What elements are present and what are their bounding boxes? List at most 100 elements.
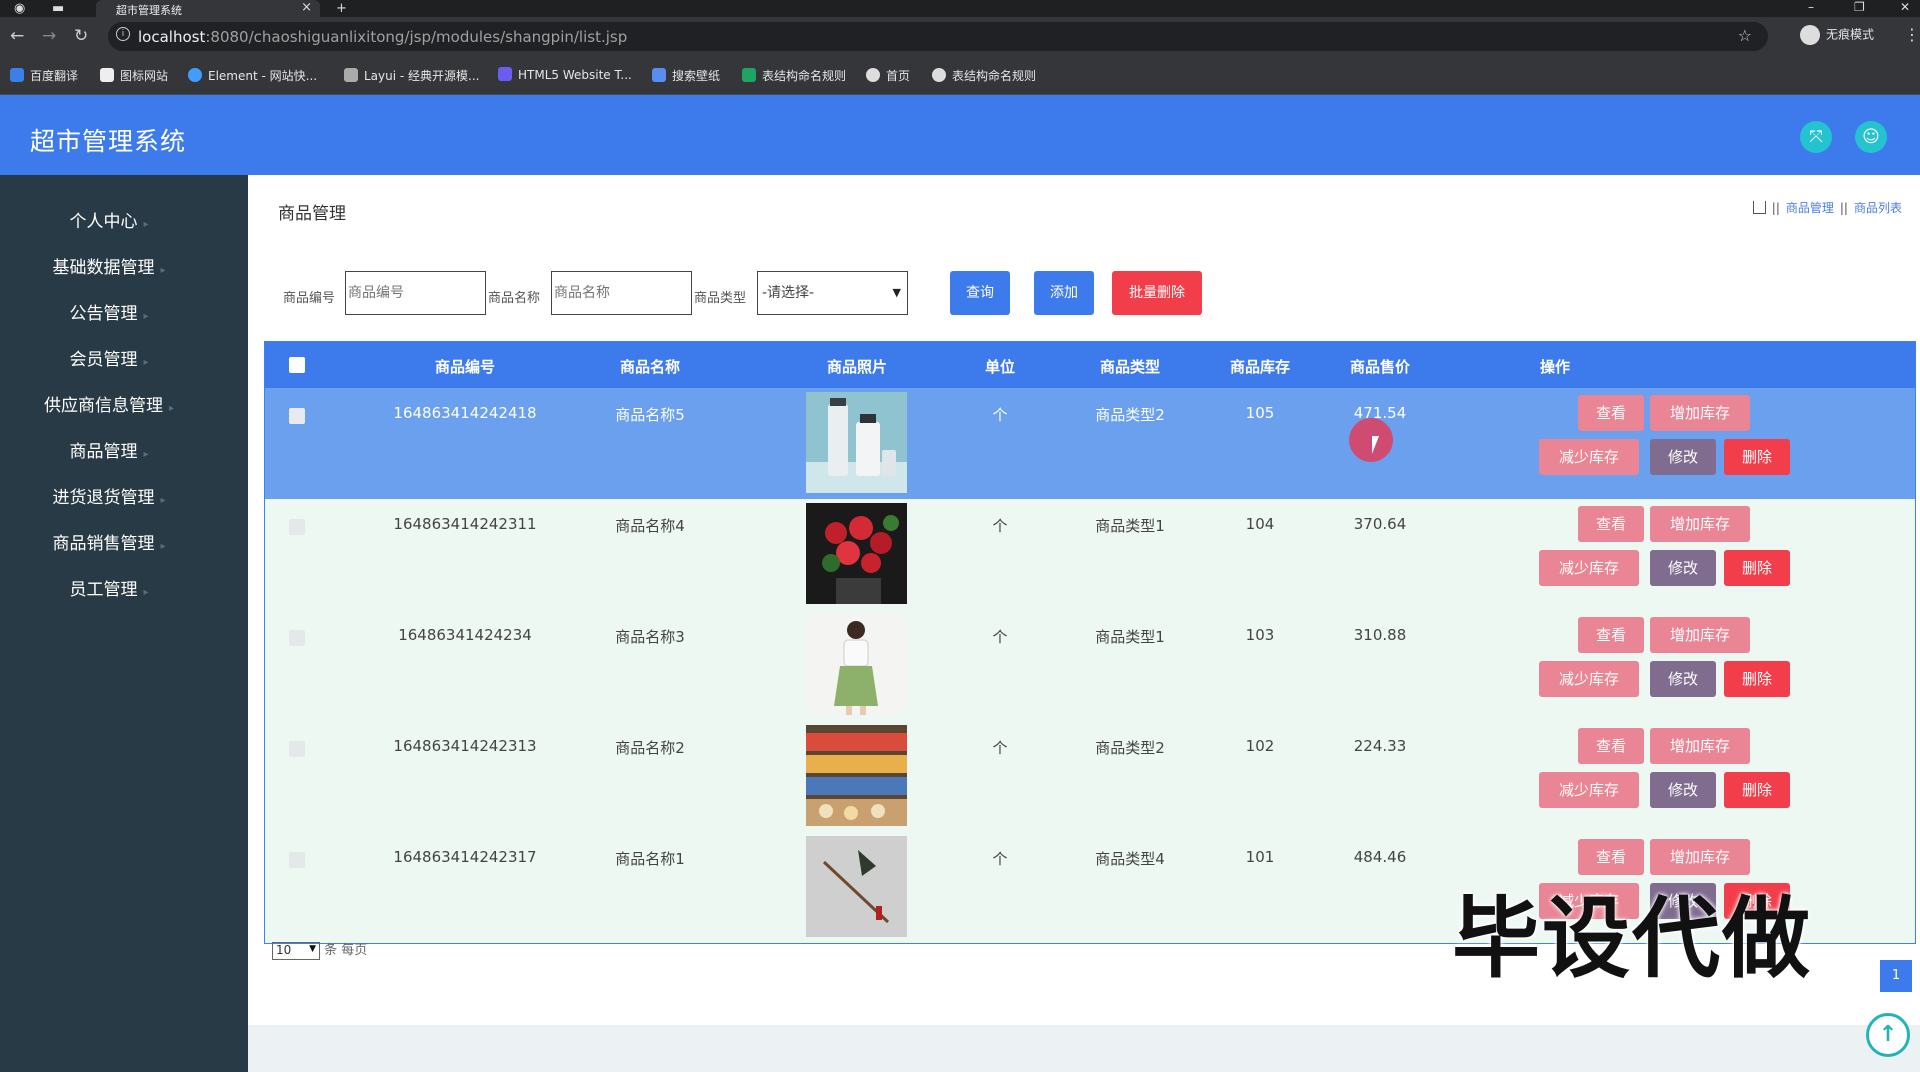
bookmark-item[interactable]: Element - 网站快...: [188, 67, 317, 84]
bookmark-item[interactable]: Layui - 经典开源模...: [344, 67, 479, 84]
user-icon[interactable]: ☺: [1855, 121, 1887, 153]
sidebar-item-purchase-returns[interactable]: 进货退货管理 ▸: [0, 483, 218, 508]
sidebar-item-sales[interactable]: 商品销售管理 ▸: [0, 529, 218, 554]
bookmark-item[interactable]: 搜索壁纸: [652, 67, 720, 84]
address-bar: ← → ↻ i localhost:8080/chaoshiguanlixito…: [0, 17, 1920, 57]
table-row[interactable]: 164863414242313 商品名称2 个 商品类型2 102 224.33…: [265, 721, 1915, 832]
window-close-icon[interactable]: ✕: [1900, 0, 1910, 14]
row-checkbox[interactable]: [289, 741, 305, 757]
type-select[interactable]: -请选择- ▼: [757, 271, 908, 315]
reduce-stock-button[interactable]: 减少库存: [1539, 439, 1639, 475]
header-unit: 单位: [984, 358, 1015, 376]
forward-icon[interactable]: →: [42, 26, 56, 46]
name-label: 商品名称: [488, 291, 541, 306]
fullscreen-icon[interactable]: ⤧: [1800, 121, 1832, 153]
bookmark-star-icon[interactable]: ☆: [1738, 26, 1752, 45]
page-size-value: 10: [276, 942, 292, 957]
add-stock-button[interactable]: 增加库存: [1650, 395, 1750, 431]
add-stock-button[interactable]: 增加库存: [1650, 728, 1750, 764]
restore-icon[interactable]: ❐: [1854, 0, 1865, 14]
tab-close-icon[interactable]: ×: [301, 0, 312, 15]
page-size-select[interactable]: 10 ▼: [272, 941, 320, 960]
view-button[interactable]: 查看: [1578, 617, 1644, 653]
add-stock-button[interactable]: 增加库存: [1650, 617, 1750, 653]
clothing-model-image: [806, 614, 907, 715]
view-button[interactable]: 查看: [1578, 728, 1644, 764]
reduce-stock-button[interactable]: 减少库存: [1539, 550, 1639, 586]
sheet-icon: [742, 68, 756, 82]
cell-code: 164863414242418: [393, 404, 537, 422]
reduce-stock-button[interactable]: 减少库存: [1539, 661, 1639, 697]
bookmark-item[interactable]: 表结构命名规则: [932, 67, 1036, 84]
delete-button[interactable]: 删除: [1724, 439, 1790, 475]
browser-menu-icon[interactable]: ⋮: [1904, 25, 1920, 44]
edit-button[interactable]: 修改: [1650, 439, 1716, 475]
edit-button[interactable]: 修改: [1650, 661, 1716, 697]
incognito-indicator[interactable]: 无痕模式: [1800, 25, 1874, 45]
sidebar-item-members[interactable]: 会员管理 ▸: [0, 345, 218, 370]
row-checkbox[interactable]: [289, 630, 305, 646]
site-info-icon[interactable]: i: [116, 27, 130, 41]
type-select-value: -请选择-: [762, 285, 815, 301]
element-icon: [188, 68, 202, 82]
batch-delete-button[interactable]: 批量删除: [1112, 271, 1202, 315]
bookmark-item[interactable]: HTML5 Website T...: [498, 67, 632, 82]
bookmark-item[interactable]: 表结构命名规则: [742, 67, 846, 84]
sidebar-item-employees[interactable]: 员工管理 ▸: [0, 575, 218, 600]
cell-stock: 102: [1245, 737, 1275, 755]
select-all-checkbox[interactable]: [289, 357, 305, 373]
query-button[interactable]: 查询: [950, 271, 1010, 315]
cell-name: 商品名称2: [615, 739, 685, 757]
reload-icon[interactable]: ↻: [74, 26, 88, 46]
home-icon[interactable]: [1752, 201, 1766, 214]
url-field[interactable]: i localhost:8080/chaoshiguanlixitong/jsp…: [108, 22, 1768, 51]
table-row[interactable]: 164863414242311 商品名称4 个 商品类型1 104 370.64…: [265, 499, 1915, 610]
breadcrumb-item[interactable]: 商品列表: [1854, 201, 1902, 215]
sidebar-item-products[interactable]: 商品管理 ▸: [0, 437, 218, 462]
browser-tab-active[interactable]: 超市管理系统 ×: [96, 0, 320, 17]
breadcrumb-item[interactable]: 商品管理: [1786, 201, 1834, 215]
delete-button[interactable]: 删除: [1724, 772, 1790, 808]
add-stock-button[interactable]: 增加库存: [1650, 506, 1750, 542]
cell-type: 商品类型1: [1095, 628, 1165, 646]
back-icon[interactable]: ←: [10, 26, 24, 46]
bookmark-item[interactable]: 图标网站: [100, 67, 168, 84]
code-input[interactable]: [345, 271, 486, 315]
delete-button[interactable]: 删除: [1724, 661, 1790, 697]
add-button[interactable]: 添加: [1034, 271, 1094, 315]
chevron-down-icon: ▼: [309, 943, 316, 954]
row-checkbox[interactable]: [289, 519, 305, 535]
tab-overview-icon[interactable]: ▬: [52, 1, 64, 16]
sidebar-item-personal-center[interactable]: 个人中心 ▸: [0, 207, 218, 232]
row-checkbox[interactable]: [289, 852, 305, 868]
cell-name: 商品名称4: [615, 517, 685, 535]
header-actions: 操作: [1539, 358, 1570, 376]
reduce-stock-button[interactable]: 减少库存: [1539, 772, 1639, 808]
name-input[interactable]: [551, 271, 692, 315]
decorative-weapon-image: [806, 836, 907, 937]
table-row[interactable]: 16486341424234 商品名称3 个 商品类型1 103 310.88 …: [265, 610, 1915, 721]
bookmark-label: 搜索壁纸: [672, 69, 721, 83]
view-button[interactable]: 查看: [1578, 395, 1644, 431]
bookmark-item[interactable]: 百度翻译: [10, 67, 78, 84]
sidebar-item-basic-data[interactable]: 基础数据管理 ▸: [0, 253, 218, 278]
row-checkbox[interactable]: [289, 408, 305, 424]
view-button[interactable]: 查看: [1578, 506, 1644, 542]
minimize-icon[interactable]: –: [1808, 0, 1814, 14]
delete-button[interactable]: 删除: [1724, 550, 1790, 586]
page-number-button[interactable]: 1: [1880, 960, 1912, 992]
table-row[interactable]: 164863414242418 商品名称5 个 商品类型2 105 471.54…: [265, 388, 1915, 499]
product-table: 商品编号 商品名称 商品照片 单位 商品类型 商品库存 商品售价 操作 1648…: [264, 341, 1916, 944]
back-to-top-icon[interactable]: ↑: [1866, 1013, 1910, 1057]
edit-button[interactable]: 修改: [1650, 550, 1716, 586]
sidebar-item-label: 进货退货管理: [52, 488, 155, 508]
edit-button[interactable]: 修改: [1650, 772, 1716, 808]
bookmark-item[interactable]: 首页: [866, 67, 910, 84]
header-stock: 商品库存: [1229, 358, 1290, 376]
url-path: :8080/chaoshiguanlixitong/jsp/modules/sh…: [205, 28, 628, 46]
product-photo: [806, 392, 907, 493]
cell-name: 商品名称3: [615, 628, 685, 646]
new-tab-icon[interactable]: +: [336, 1, 347, 16]
sidebar-item-suppliers[interactable]: 供应商信息管理 ▸: [0, 391, 218, 416]
sidebar-item-notices[interactable]: 公告管理 ▸: [0, 299, 218, 324]
